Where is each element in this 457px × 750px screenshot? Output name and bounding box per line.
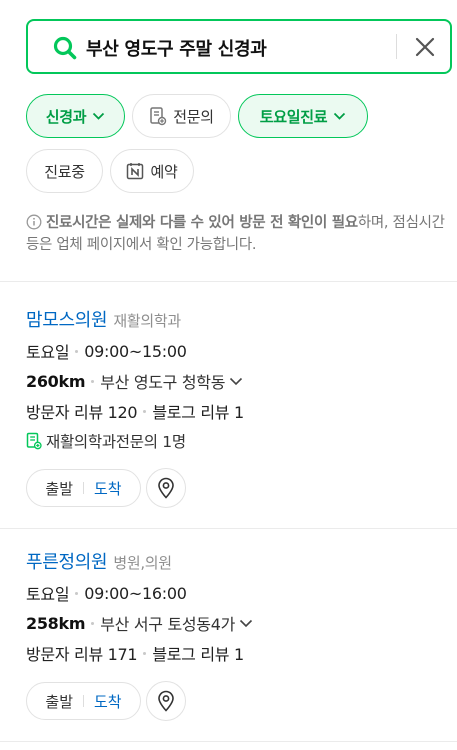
specialist-doc-icon xyxy=(26,432,42,450)
visitor-reviews[interactable]: 방문자 리뷰 120 xyxy=(26,399,138,423)
specialist-row: 재활의학과전문의 1명 xyxy=(26,428,446,454)
chip-label: 진료중 xyxy=(44,162,85,181)
naver-booking-icon xyxy=(127,163,144,180)
depart-button[interactable]: 출발 xyxy=(45,691,73,712)
distance: 260km xyxy=(26,371,86,391)
close-icon[interactable] xyxy=(412,34,438,60)
filter-chip-saturday[interactable]: 토요일진료 xyxy=(238,94,368,138)
separator-dot xyxy=(143,409,147,413)
map-pin-icon xyxy=(158,690,174,712)
chevron-down-icon xyxy=(334,112,346,120)
map-pin-button[interactable] xyxy=(146,681,186,721)
search-icon xyxy=(53,36,77,60)
address: 부산 영도구 청학동 xyxy=(100,373,226,392)
hours-time: 09:00~16:00 xyxy=(84,583,187,603)
chevron-down-icon xyxy=(93,112,105,120)
location-row[interactable]: 260km 부산 영도구 청학동 xyxy=(26,368,446,394)
divider xyxy=(0,528,457,529)
place-category: 병원,의원 xyxy=(113,554,172,572)
place-name-link[interactable]: 푸른정의원 xyxy=(26,548,108,574)
distance: 258km xyxy=(26,613,86,633)
result-title-row: 푸른정의원 병원,의원 xyxy=(26,548,446,574)
depart-button[interactable]: 출발 xyxy=(45,478,73,499)
result-title-row: 맘모스의원 재활의학과 xyxy=(26,306,446,332)
filter-chip-department[interactable]: 신경과 xyxy=(26,94,125,138)
separator-dot xyxy=(143,651,147,655)
search-input[interactable]: 부산 영도구 주말 신경과 xyxy=(86,35,267,61)
divider xyxy=(0,741,457,742)
separator-dot xyxy=(75,349,79,353)
place-category: 재활의학과 xyxy=(113,312,181,330)
chip-label: 예약 xyxy=(150,162,178,181)
arrive-button[interactable]: 도착 xyxy=(94,691,122,712)
search-divider xyxy=(396,34,397,59)
result-item: 푸른정의원 병원,의원 토요일 09:00~16:00 258km 부산 서구 … xyxy=(26,548,446,721)
filter-chip-reservation[interactable]: 예약 xyxy=(110,149,194,193)
chip-label: 전문의 xyxy=(173,107,214,126)
hours-day: 토요일 xyxy=(26,585,70,604)
separator-dot xyxy=(75,591,79,595)
arrive-button[interactable]: 도착 xyxy=(94,478,122,499)
visitor-reviews[interactable]: 방문자 리뷰 171 xyxy=(26,641,138,665)
notice-bold: 진료시간은 실제와 다를 수 있어 방문 전 확인이 필요 xyxy=(46,215,358,231)
map-pin-icon xyxy=(158,477,174,499)
divider xyxy=(0,281,457,282)
hours-row: 토요일 09:00~16:00 xyxy=(26,580,446,606)
hours-notice: 진료시간은 실제와 다를 수 있어 방문 전 확인이 필요하며, 점심시간 등은… xyxy=(26,212,446,256)
chip-label: 토요일진료 xyxy=(259,107,328,126)
search-box[interactable]: 부산 영도구 주말 신경과 xyxy=(26,19,452,74)
address: 부산 서구 토성동4가 xyxy=(100,615,236,634)
separator-dot xyxy=(91,621,95,625)
filter-chip-open-now[interactable]: 진료중 xyxy=(26,149,103,193)
specialist-count: 재활의학과전문의 1명 xyxy=(46,433,186,451)
result-item: 맘모스의원 재활의학과 토요일 09:00~15:00 260km 부산 영도구… xyxy=(26,306,446,508)
hours-time: 09:00~15:00 xyxy=(84,341,187,361)
filter-chip-specialist[interactable]: 전문의 xyxy=(132,94,231,138)
hours-row: 토요일 09:00~15:00 xyxy=(26,338,446,364)
chevron-down-icon[interactable] xyxy=(229,377,243,386)
pill-divider xyxy=(83,695,84,707)
map-pin-button[interactable] xyxy=(146,468,186,508)
route-pill: 출발 도착 xyxy=(26,682,141,720)
info-icon xyxy=(26,214,42,230)
chip-label: 신경과 xyxy=(45,107,87,126)
blog-reviews[interactable]: 블로그 리뷰 1 xyxy=(152,641,244,665)
separator-dot xyxy=(91,379,95,383)
hours-day: 토요일 xyxy=(26,343,70,362)
reviews-row: 방문자 리뷰 120 블로그 리뷰 1 xyxy=(26,398,446,424)
pill-divider xyxy=(83,482,84,494)
location-row[interactable]: 258km 부산 서구 토성동4가 xyxy=(26,610,446,636)
place-name-link[interactable]: 맘모스의원 xyxy=(26,306,108,332)
chevron-down-icon[interactable] xyxy=(239,619,253,628)
route-pill: 출발 도착 xyxy=(26,469,141,507)
specialist-doc-icon xyxy=(150,107,167,126)
reviews-row: 방문자 리뷰 171 블로그 리뷰 1 xyxy=(26,640,446,666)
blog-reviews[interactable]: 블로그 리뷰 1 xyxy=(152,399,244,423)
